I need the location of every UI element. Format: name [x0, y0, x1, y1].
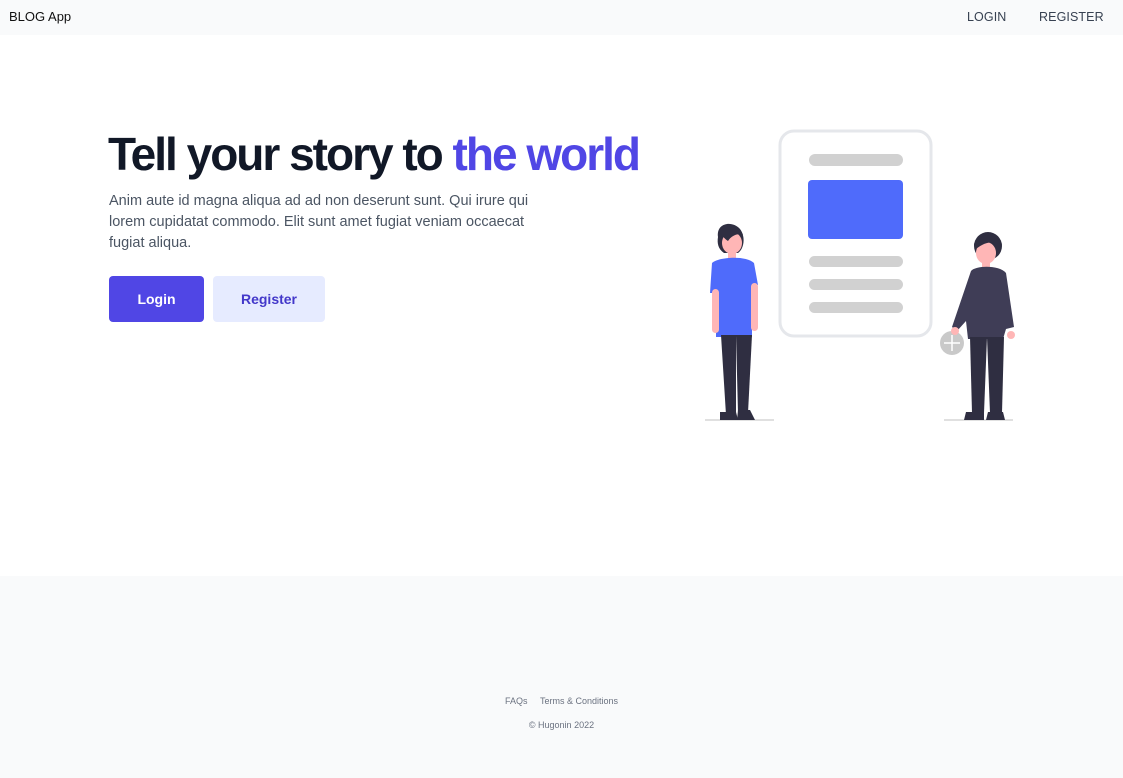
login-button[interactable]: Login: [109, 276, 204, 322]
hero-description: Anim aute id magna aliqua ad ad non dese…: [109, 193, 529, 251]
document-line: [809, 256, 903, 267]
hero-title-main: Tell your story to: [108, 128, 453, 180]
hero-title: Tell your story to the world: [108, 128, 641, 180]
person-left-figure: [705, 223, 774, 421]
copyright-text: © Hugonin 2022: [528, 720, 595, 730]
footer-link-faqs[interactable]: FAQs: [505, 696, 528, 706]
hero-title-accent: the world: [452, 128, 641, 180]
document-line: [809, 154, 903, 166]
person-right-figure: [944, 232, 1015, 421]
nav-register-link[interactable]: REGISTER: [1039, 10, 1104, 24]
footer-link-terms[interactable]: Terms & Conditions: [540, 696, 618, 706]
document-line: [809, 279, 903, 290]
plus-circle-icon: [940, 331, 964, 355]
brand-link[interactable]: BLOG App: [9, 9, 71, 24]
footer-links: FAQs Terms & Conditions: [0, 696, 1123, 706]
people-with-document-illustration: [705, 129, 1015, 421]
register-button[interactable]: Register: [213, 276, 325, 322]
top-navbar: BLOG App LOGIN REGISTER: [0, 0, 1123, 35]
page-footer: FAQs Terms & Conditions © Hugonin 2022: [0, 576, 1123, 778]
document-line: [809, 302, 903, 313]
document-image-block: [808, 180, 903, 239]
nav-login-link[interactable]: LOGIN: [967, 10, 1006, 24]
